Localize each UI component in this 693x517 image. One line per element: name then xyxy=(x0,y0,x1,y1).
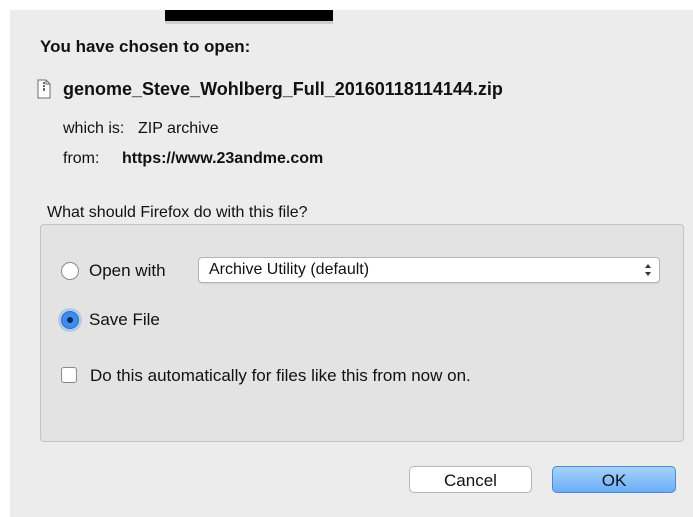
dialog-heading: You have chosen to open: xyxy=(40,37,251,56)
file-name: genome_Steve_Wohlberg_Full_2016011811414… xyxy=(63,79,503,99)
document-icon xyxy=(37,79,51,99)
ok-button[interactable]: OK xyxy=(552,466,676,493)
file-type-value: ZIP archive xyxy=(138,120,219,137)
source-url: https://www.23andme.com xyxy=(122,150,324,167)
action-question: What should Firefox do with this file? xyxy=(47,204,308,221)
auto-action-label[interactable]: Do this automatically for files like thi… xyxy=(90,366,471,386)
cancel-button[interactable]: Cancel xyxy=(409,466,532,493)
source-label: from: xyxy=(63,150,100,167)
open-with-app-select[interactable]: Archive Utility (default) xyxy=(198,257,660,283)
open-with-app-value: Archive Utility (default) xyxy=(209,261,370,278)
open-with-radio[interactable] xyxy=(61,262,79,280)
select-arrows-icon xyxy=(645,264,651,276)
open-with-label[interactable]: Open with xyxy=(89,261,166,281)
redacted-title-bar xyxy=(165,10,333,24)
file-type-label: which is: xyxy=(63,120,125,137)
auto-action-checkbox[interactable] xyxy=(61,367,77,383)
save-file-radio[interactable] xyxy=(61,311,79,329)
save-file-label[interactable]: Save File xyxy=(89,310,160,330)
download-dialog: You have chosen to open: genome_Steve_Wo… xyxy=(10,10,693,517)
